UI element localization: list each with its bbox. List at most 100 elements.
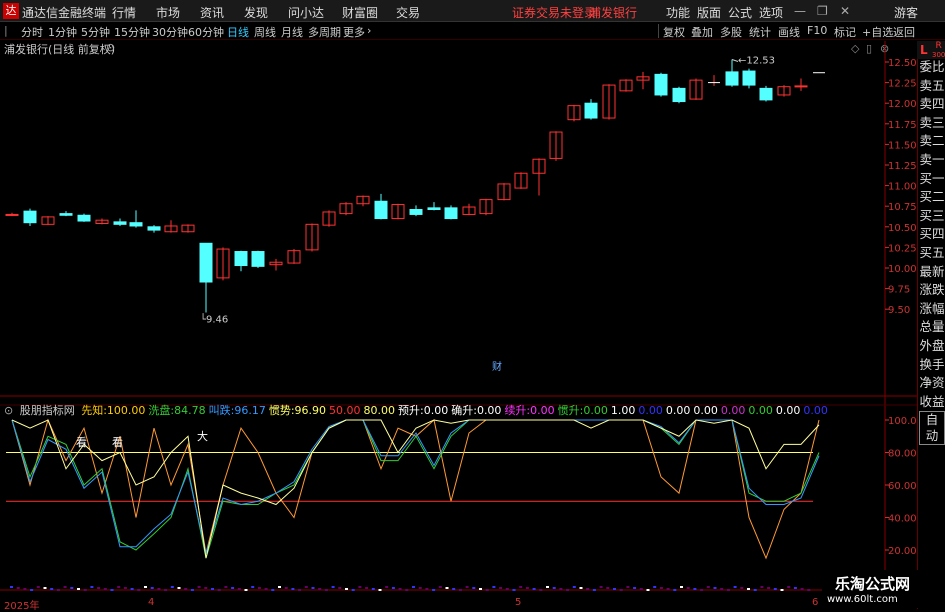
volume-strip-bar bbox=[324, 589, 328, 591]
volume-strip-bar bbox=[773, 588, 777, 590]
volume-strip-bar bbox=[237, 588, 241, 590]
volume-strip-bar bbox=[278, 586, 281, 588]
volume-strip-bar bbox=[251, 586, 255, 588]
candle-down bbox=[23, 210, 37, 224]
volume-strip-bar bbox=[318, 588, 322, 590]
volume-strip-bar bbox=[405, 589, 409, 591]
kline-chart[interactable]: 12.50 12.25 12.00 11.75 11.50 11.25 11.00 10.75… bbox=[0, 0, 945, 609]
volume-strip-bar bbox=[358, 586, 362, 588]
volume-strip-bar bbox=[365, 587, 369, 589]
volume-strip-bar bbox=[519, 586, 523, 588]
volume-strip-bar bbox=[458, 589, 462, 591]
candle-down bbox=[199, 242, 213, 283]
volume-strip-bar bbox=[170, 586, 174, 588]
date-label-year: 2025年 bbox=[4, 601, 40, 612]
volume-strip-bar bbox=[398, 588, 402, 590]
volume-strip-bar bbox=[117, 586, 121, 588]
indicator-settings-icon[interactable]: ⊙ bbox=[4, 404, 13, 417]
volume-strip-bar bbox=[345, 588, 348, 590]
volume-strip-bar bbox=[130, 588, 134, 590]
indicator-value-6: 预升:0.00 bbox=[398, 404, 449, 417]
sidebar-item-18[interactable]: 收益 bbox=[919, 394, 945, 410]
sidebar-item-0[interactable]: 委比 bbox=[919, 59, 945, 75]
indicator-value-15: 0.00 bbox=[748, 404, 773, 417]
volume-strip-bar bbox=[304, 586, 308, 588]
volume-strip-bar bbox=[713, 587, 717, 589]
sidebar-item-3[interactable]: 卖三 bbox=[919, 115, 945, 131]
sidebar-item-7[interactable]: 买二 bbox=[919, 189, 945, 205]
sidebar-item-5[interactable]: 卖一 bbox=[919, 152, 945, 168]
volume-strip-bar bbox=[586, 588, 590, 590]
volume-strip-bar bbox=[733, 586, 737, 588]
sidebar-item-19[interactable]: 自动 bbox=[919, 411, 945, 446]
ind-tick-label: 80.00 bbox=[888, 449, 917, 460]
candle-down bbox=[113, 221, 127, 225]
volume-strip-bar bbox=[532, 588, 536, 590]
sidebar-R-label[interactable]: R 300 bbox=[932, 42, 945, 60]
volume-strip-bar bbox=[505, 588, 509, 590]
volume-strip-bar bbox=[271, 589, 275, 591]
candle-down bbox=[725, 71, 739, 86]
sidebar-item-1[interactable]: 卖五 bbox=[919, 78, 945, 94]
candle-down bbox=[654, 73, 668, 96]
volume-strip-bar bbox=[16, 587, 20, 589]
sidebar-item-13[interactable]: 涨幅 bbox=[919, 301, 945, 317]
indicator-value-7: 确升:0.00 bbox=[451, 404, 502, 417]
volume-strip-bar bbox=[599, 586, 603, 588]
volume-strip-bar bbox=[787, 586, 791, 588]
sidebar-item-12[interactable]: 涨跌 bbox=[919, 282, 945, 298]
sidebar-item-8[interactable]: 买三 bbox=[919, 208, 945, 224]
volume-strip-bar bbox=[264, 588, 268, 590]
volume-strip-bar bbox=[592, 589, 596, 591]
volume-strip-bar bbox=[244, 589, 248, 591]
sidebar-item-14[interactable]: 总量 bbox=[919, 319, 945, 335]
volume-strip-bar bbox=[77, 588, 80, 590]
volume-strip-bar bbox=[740, 587, 744, 589]
sidebar-item-6[interactable]: 买一 bbox=[919, 171, 945, 187]
volume-strip-bar bbox=[197, 586, 201, 588]
sidebar-item-16[interactable]: 换手 bbox=[919, 357, 945, 373]
volume-strip-bar bbox=[539, 589, 543, 591]
sidebar-L-label[interactable]: L bbox=[920, 43, 928, 57]
volume-strip-bar bbox=[123, 587, 127, 589]
volume-strip-bar bbox=[579, 587, 583, 589]
volume-strip-bar bbox=[767, 587, 771, 589]
volume-strip-bar bbox=[485, 589, 489, 591]
ind-tick-label: 60.00 bbox=[888, 481, 917, 492]
volume-strip-bar bbox=[378, 589, 382, 591]
volume-strip-bar bbox=[546, 586, 549, 588]
volume-strip-bar bbox=[177, 587, 181, 589]
line-xipan bbox=[11, 419, 820, 559]
sidebar-item-17[interactable]: 净资 bbox=[919, 375, 945, 391]
indicator-value-4: 50.00 bbox=[329, 404, 361, 417]
volume-strip-bar bbox=[10, 586, 13, 588]
sidebar-item-10[interactable]: 买五 bbox=[919, 245, 945, 261]
date-label-jun: 6 bbox=[812, 597, 819, 608]
volume-strip-bar bbox=[331, 586, 335, 588]
volume-strip-bar bbox=[385, 586, 389, 588]
volume-strip-bar bbox=[720, 588, 724, 590]
indicator-name: 股朋指标网 bbox=[19, 404, 75, 417]
volume-strip-bar bbox=[63, 586, 67, 588]
sidebar-item-9[interactable]: 买四 bbox=[919, 226, 945, 242]
price-tick-label: 10.25 bbox=[888, 243, 917, 254]
volume-strip-bar bbox=[391, 587, 395, 589]
low-label: └9.46 bbox=[200, 312, 228, 325]
candle-down bbox=[374, 200, 388, 220]
volume-strip-bar bbox=[445, 587, 449, 589]
indicator-value-1: 洗盘:84.78 bbox=[148, 404, 206, 417]
volume-strip-bar bbox=[760, 586, 764, 588]
sidebar-item-4[interactable]: 卖二 bbox=[919, 133, 945, 149]
indicator-value-10: 1.00 bbox=[610, 404, 636, 417]
sidebar-item-11[interactable]: 最新 bbox=[919, 264, 945, 280]
sidebar-item-15[interactable]: 外盘 bbox=[919, 338, 945, 354]
sidebar-item-2[interactable]: 卖四 bbox=[919, 96, 945, 112]
volume-strip-bar bbox=[412, 586, 415, 588]
volume-strip-bar bbox=[217, 589, 221, 591]
volume-strip-bar bbox=[512, 589, 516, 591]
volume-strip-bar bbox=[36, 586, 40, 588]
volume-strip-bar bbox=[284, 587, 288, 589]
volume-strip-bar bbox=[633, 587, 637, 589]
volume-strip-bar bbox=[807, 589, 811, 591]
indicator-value-17: 0.00 bbox=[803, 404, 828, 417]
